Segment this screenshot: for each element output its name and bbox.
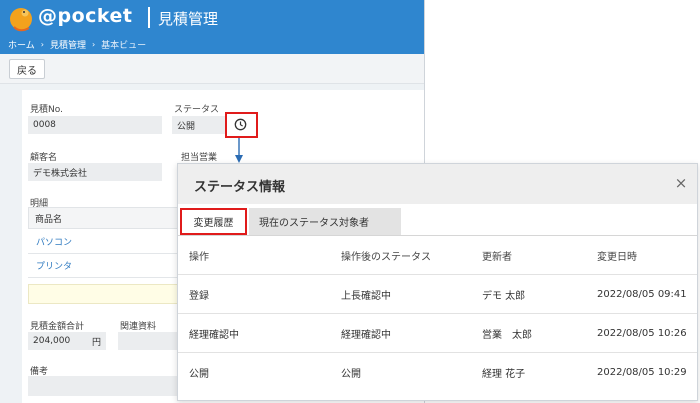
cell-operation: 公開: [189, 369, 209, 380]
breadcrumb-home[interactable]: ホーム: [8, 38, 35, 51]
title-divider: [148, 7, 150, 28]
customer-field: デモ株式会社: [28, 163, 162, 181]
top-header: @pocket 見積管理 ホーム › 見積管理 › 基本ビュー: [0, 0, 424, 54]
table-header-row: 操作 操作後のステータス 更新者 変更日時: [178, 236, 697, 275]
column-header-changed-at: 変更日時: [597, 251, 637, 263]
total-amount-label: 見積金額合計: [30, 322, 85, 332]
quote-no-field: 0008: [28, 116, 162, 134]
arrow-down-icon: [235, 138, 243, 163]
modal-tabs: 変更履歴 現在のステータス対象者: [178, 208, 401, 235]
cell-changed-at: 2022/08/05 09:41: [597, 288, 687, 300]
customer-label: 顧客名: [30, 153, 58, 163]
cell-updater: 経理 花子: [482, 369, 526, 380]
status-label: ステータス: [174, 105, 220, 115]
status-info-modal: ステータス情報 × 変更履歴 現在のステータス対象者 操作 操作後のステータス …: [177, 163, 698, 401]
cell-operation: 登録: [189, 290, 209, 302]
cell-updater: 営業 太郎: [482, 329, 532, 341]
breadcrumb: ホーム › 見積管理 › 基本ビュー: [8, 38, 146, 51]
table-row: 公開 公開 経理 花子 2022/08/05 10:29: [178, 353, 697, 392]
column-header-status-after: 操作後のステータス: [341, 251, 431, 263]
quote-no-label: 見積No.: [30, 105, 63, 115]
tab-current-assignees[interactable]: 現在のステータス対象者: [249, 208, 401, 235]
cell-changed-at: 2022/08/05 10:29: [597, 367, 687, 378]
toolbar: 戻る: [0, 54, 424, 84]
product-name-header: 商品名: [28, 207, 188, 229]
column-header-operation: 操作: [189, 251, 209, 263]
table-row: 登録 上長確認中 デモ 太郎 2022/08/05 09:41: [178, 275, 697, 314]
total-amount-unit: 円: [91, 337, 101, 348]
cell-changed-at: 2022/08/05 10:26: [597, 327, 687, 339]
notes-field: [28, 376, 178, 396]
related-docs-label: 関連資料: [120, 322, 157, 332]
breadcrumb-current: 基本ビュー: [101, 41, 147, 51]
cell-updater: デモ 太郎: [482, 290, 526, 302]
related-docs-field: [118, 332, 178, 350]
chevron-right-icon: ›: [91, 40, 96, 49]
cell-status-after: 上長確認中: [341, 290, 391, 302]
cell-status-after: 経理確認中: [341, 329, 391, 341]
sales-rep-label: 担当営業: [181, 153, 218, 163]
modal-header: ステータス情報 ×: [178, 164, 697, 204]
kangaroo-logo-icon: [10, 8, 32, 32]
app-logo-text: @pocket: [38, 5, 133, 27]
modal-title: ステータス情報: [194, 180, 286, 195]
column-header-updater: 更新者: [482, 251, 512, 263]
total-amount-value: 204,000: [33, 336, 71, 346]
cell-operation: 経理確認中: [189, 329, 239, 341]
details-total-row: [28, 284, 188, 304]
app-title: 見積管理: [158, 10, 219, 28]
status-field: 公開: [172, 116, 227, 134]
breadcrumb-quotes[interactable]: 見積管理: [50, 38, 86, 51]
table-row: 経理確認中 経理確認中 営業 太郎 2022/08/05 10:26: [178, 314, 697, 353]
clock-icon[interactable]: [234, 118, 247, 131]
history-table: 操作 操作後のステータス 更新者 変更日時 登録 上長確認中 デモ 太郎 202…: [178, 236, 697, 392]
close-icon[interactable]: ×: [673, 175, 689, 191]
product-link-pc[interactable]: パソコン: [28, 230, 188, 254]
chevron-right-icon: ›: [40, 40, 44, 49]
cell-status-after: 公開: [341, 369, 361, 380]
tab-change-history[interactable]: 変更履歴: [180, 208, 247, 235]
back-button[interactable]: 戻る: [9, 59, 45, 79]
product-link-printer[interactable]: プリンタ: [28, 254, 188, 278]
total-amount-field: 204,000 円: [28, 332, 106, 350]
